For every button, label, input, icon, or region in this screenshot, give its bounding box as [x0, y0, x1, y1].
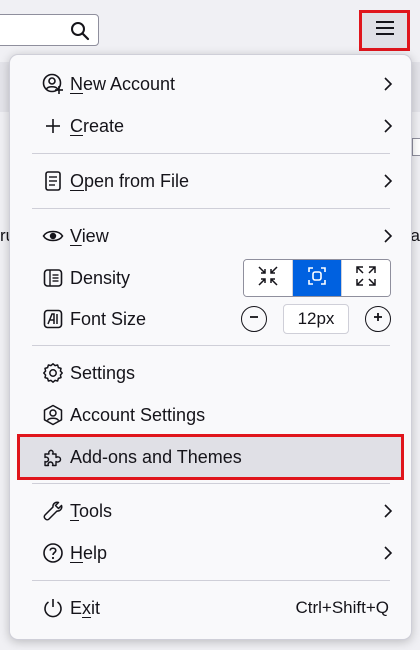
menu-item-open-from-file[interactable]: Open from File	[20, 161, 401, 201]
touch-density-icon	[354, 264, 378, 293]
menu-separator	[32, 345, 390, 346]
document-icon	[42, 170, 64, 192]
menu-item-account-settings[interactable]: Account Settings	[20, 395, 401, 435]
menu-item-label: Add-ons and Themes	[70, 447, 242, 467]
menu-item-exit[interactable]: Exit Ctrl+Shift+Q	[20, 588, 401, 628]
menu-item-label: Account Settings	[70, 405, 206, 425]
chevron-right-icon	[381, 502, 395, 520]
menu-item-new-account[interactable]: New Account	[20, 64, 401, 104]
menu-separator	[32, 483, 390, 484]
font-size-value: 12px	[283, 304, 349, 334]
wrench-icon	[42, 500, 64, 522]
menu-item-label: Create	[70, 116, 125, 136]
density-label: Density	[70, 268, 131, 288]
help-icon	[42, 542, 64, 564]
menu-separator	[32, 580, 390, 581]
menu-item-label: Open from File	[70, 171, 190, 191]
search-icon[interactable]	[70, 21, 90, 41]
minus-icon	[247, 310, 261, 329]
hamburger-icon	[374, 19, 396, 42]
puzzle-piece-icon	[42, 446, 64, 468]
menu-item-settings[interactable]: Settings	[20, 353, 401, 393]
menu-item-label: Tools	[70, 501, 113, 521]
font-size-increase-button[interactable]	[365, 306, 391, 332]
menu-item-label: View	[70, 226, 109, 246]
menu-item-tools[interactable]: Tools	[20, 491, 401, 531]
plus-icon	[42, 115, 64, 137]
font-size-label: Font Size	[70, 309, 147, 329]
chevron-right-icon	[381, 117, 395, 135]
menu-item-addons-and-themes[interactable]: Add-ons and Themes	[17, 434, 404, 480]
exit-shortcut: Ctrl+Shift+Q	[295, 598, 389, 617]
app-menu-button[interactable]	[359, 10, 410, 51]
font-size-decrease-button[interactable]	[241, 306, 267, 332]
menu-separator	[32, 153, 390, 154]
menu-item-create[interactable]: Create	[20, 106, 401, 146]
app-menu-popup: New Account Create Open from File View D…	[9, 54, 412, 640]
chevron-right-icon	[381, 172, 395, 190]
density-normal-button[interactable]	[293, 260, 342, 296]
font-size-icon	[42, 308, 64, 330]
chevron-right-icon	[381, 544, 395, 562]
background-checkbox	[412, 138, 420, 156]
new-account-icon	[42, 73, 64, 95]
menu-item-help[interactable]: Help	[20, 533, 401, 573]
normal-density-icon	[305, 264, 329, 293]
menu-item-label: Help	[70, 543, 108, 563]
density-icon	[42, 267, 64, 289]
menu-item-label: Exit	[70, 598, 101, 618]
chevron-right-icon	[381, 75, 395, 93]
density-compact-button[interactable]	[244, 260, 293, 296]
eye-icon	[42, 225, 64, 247]
menu-item-view[interactable]: View	[20, 216, 401, 256]
plus-icon	[371, 310, 385, 329]
power-icon	[42, 597, 64, 619]
menu-separator	[32, 208, 390, 209]
menu-item-label: New Account	[70, 74, 176, 94]
account-settings-icon	[42, 404, 64, 426]
density-control	[243, 259, 391, 297]
density-touch-button[interactable]	[342, 260, 390, 296]
compact-density-icon	[256, 264, 280, 293]
menu-item-label: Settings	[70, 363, 136, 383]
gear-icon	[42, 362, 64, 384]
chevron-right-icon	[381, 227, 395, 245]
search-input[interactable]	[0, 14, 99, 46]
